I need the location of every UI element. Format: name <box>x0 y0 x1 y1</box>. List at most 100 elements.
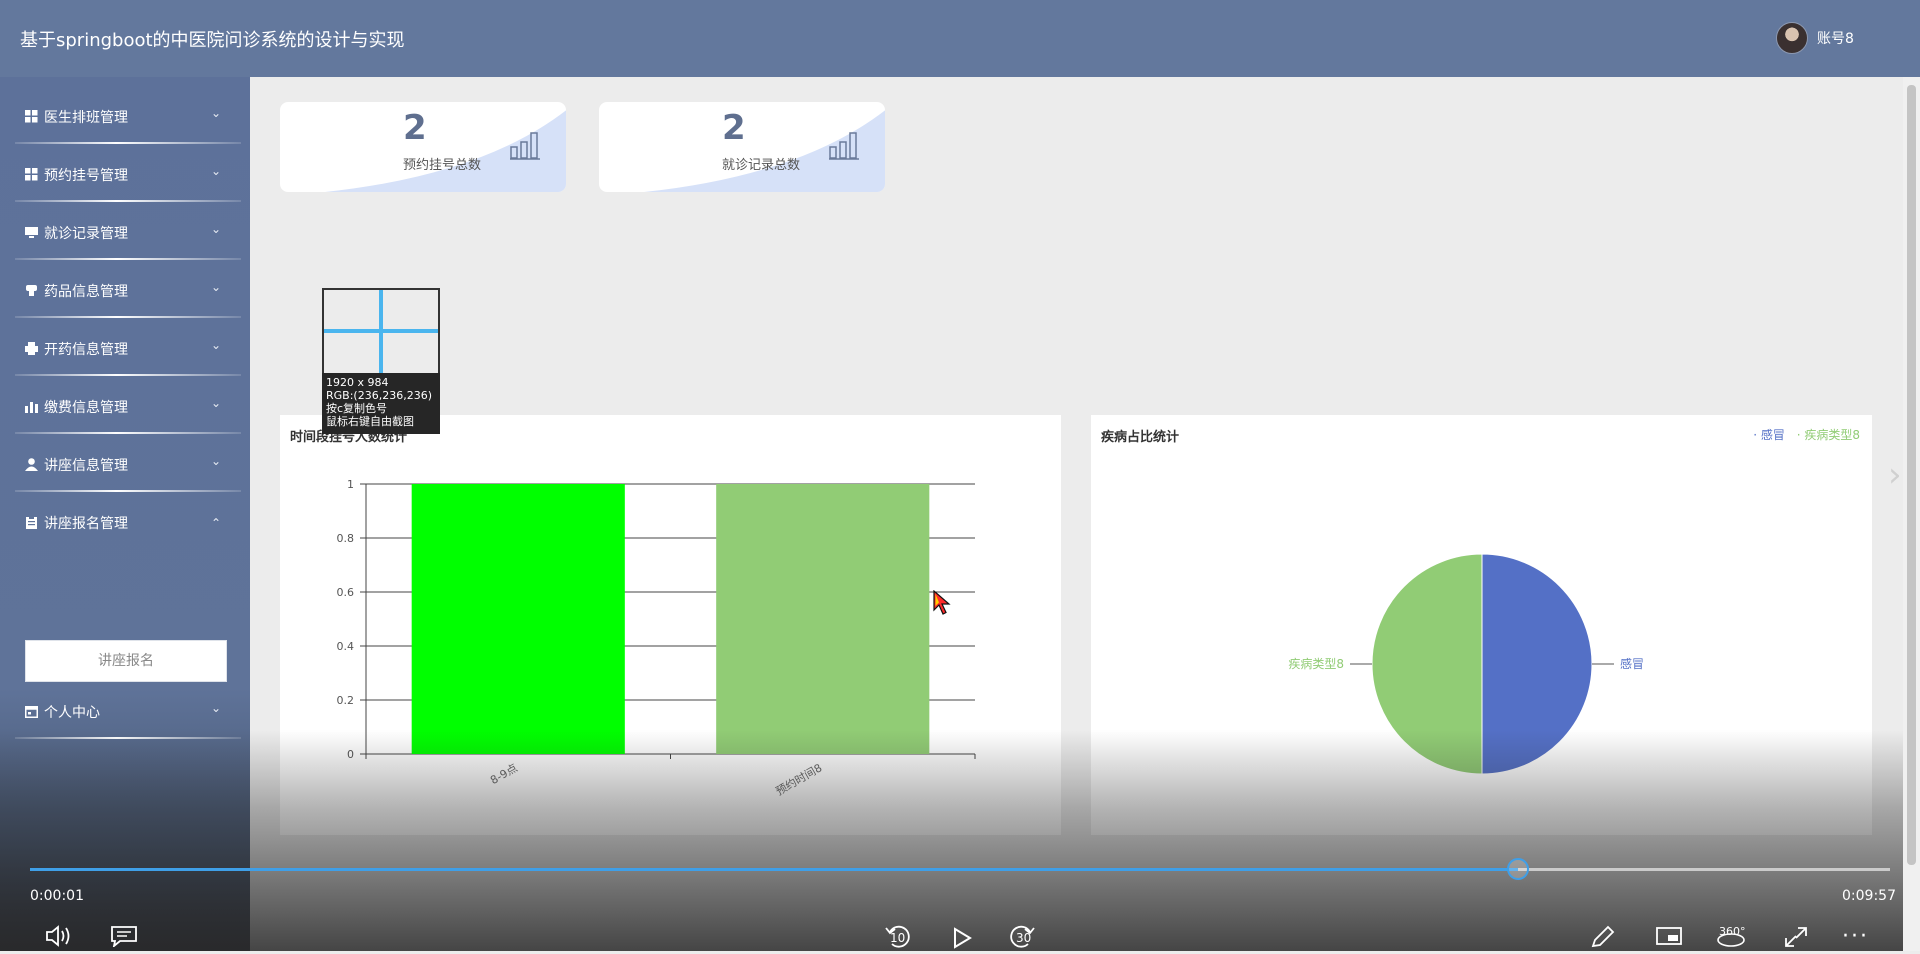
rewind-seconds: 10 <box>890 931 906 945</box>
divider <box>15 432 241 434</box>
y-tick-label: 0.8 <box>337 532 355 545</box>
sidebar-item-personal-center[interactable]: 个人中心 ⌄ <box>15 683 241 739</box>
sidebar-item-label: 开药信息管理 <box>44 342 128 358</box>
chevron-right-icon[interactable]: › <box>1888 455 1902 495</box>
duration: 0:09:57 <box>1842 888 1896 904</box>
avatar[interactable] <box>1776 22 1808 54</box>
account-name[interactable]: 账号8 <box>1817 28 1854 48</box>
magnifier <box>322 288 440 375</box>
divider <box>15 490 241 492</box>
y-tick-label: 0 <box>347 748 354 761</box>
progress-handle[interactable] <box>1507 858 1529 880</box>
divider <box>15 142 241 144</box>
play-icon[interactable] <box>952 927 972 949</box>
slice-label: 感冒 <box>1620 656 1644 671</box>
chevron-down-icon: ⌄ <box>210 280 221 294</box>
sidebar-item-lecture-signup[interactable]: 讲座报名管理 ⌃ <box>25 494 231 550</box>
pie-chart-panel: 疾病占比统计 · 感冒 · 疾病类型8 感冒 疾病类型8 <box>1091 415 1872 835</box>
info-capture-hint: 鼠标右键自由截图 <box>326 415 414 428</box>
fullscreen-icon[interactable] <box>1783 925 1809 949</box>
stat-value: 2 <box>403 108 427 148</box>
sidebar-item-medicine[interactable]: 药品信息管理 ⌄ <box>15 262 241 318</box>
monitor-icon <box>25 227 38 238</box>
sidebar-item-payment[interactable]: 缴费信息管理 ⌄ <box>15 378 241 434</box>
subtitles-icon[interactable] <box>110 925 138 947</box>
printer-icon <box>25 342 38 355</box>
sidebar-item-label: 预约挂号管理 <box>44 168 128 184</box>
sidebar-item-prescription[interactable]: 开药信息管理 ⌄ <box>15 320 241 376</box>
sidebar-item-label: 讲座信息管理 <box>44 458 128 474</box>
bar <box>716 484 930 754</box>
chevron-down-icon: ⌄ <box>210 164 221 178</box>
x-tick-label: 8-9点 <box>488 761 520 787</box>
chevron-down-icon: ⌄ <box>210 106 221 120</box>
sidebar: 医生排班管理 ⌄ 预约挂号管理 ⌄ 就诊记录管理 ⌄ 药品信息管理 ⌄ 开药信息… <box>0 77 250 951</box>
bar <box>411 484 625 754</box>
forward-button[interactable]: 30 <box>1008 922 1036 954</box>
volume-icon[interactable] <box>46 925 74 947</box>
bar-chart-icon <box>829 132 859 160</box>
current-time: 0:00:01 <box>30 888 84 904</box>
sidebar-item-label: 医生排班管理 <box>44 110 128 126</box>
chevron-down-icon: ⌄ <box>210 222 221 236</box>
grid-icon <box>25 110 38 123</box>
sidebar-item-label: 就诊记录管理 <box>44 226 128 242</box>
top-header: 基于springboot的中医院问诊系统的设计与实现 账号8 <box>0 0 1920 77</box>
chevron-down-icon: ⌄ <box>210 701 221 715</box>
y-tick-label: 0.2 <box>337 694 355 707</box>
y-tick-label: 0.6 <box>337 586 355 599</box>
pie-slice <box>1371 553 1483 775</box>
video-progress-bar[interactable] <box>30 858 1890 880</box>
scrollbar-thumb[interactable] <box>1907 85 1916 865</box>
bar-chart: 0 0.2 0.4 0.6 0.8 1 8-9点 预约时间8 <box>337 478 976 798</box>
sidebar-item-label: 药品信息管理 <box>44 284 128 300</box>
user-icon <box>25 458 38 471</box>
bar-chart-panel: 时间段挂号人数统计 0 0.2 0.4 0.6 0.8 1 8-9点 预约时间8 <box>280 415 1061 835</box>
grid-icon <box>25 168 38 181</box>
chart-icon <box>25 402 38 413</box>
chevron-up-icon: ⌃ <box>210 516 221 530</box>
slice-label: 疾病类型8 <box>1288 656 1344 671</box>
pie-chart: 感冒 疾病类型8 <box>1288 553 1644 775</box>
calendar-icon <box>25 706 38 718</box>
progress-fill <box>30 868 1518 871</box>
chevron-down-icon: ⌄ <box>210 396 221 410</box>
sidebar-item-label: 个人中心 <box>44 705 100 721</box>
pen-icon[interactable] <box>1590 925 1616 949</box>
pie-slice <box>1481 553 1593 775</box>
pill-icon <box>26 285 37 296</box>
chevron-down-icon: ⌄ <box>210 454 221 468</box>
vertical-scrollbar[interactable] <box>1903 77 1920 951</box>
clipboard-icon <box>26 516 37 529</box>
sidebar-item-doctor-schedule[interactable]: 医生排班管理 ⌄ <box>15 88 241 144</box>
info-size: 1920 x 984 <box>326 376 389 389</box>
mouse-cursor-icon <box>933 590 951 615</box>
divider <box>15 737 241 739</box>
screenshot-tool-overlay: 1920 x 984 RGB:(236,236,236) 按c复制色号 鼠标右键… <box>322 288 440 434</box>
sidebar-item-label: 讲座报名管理 <box>44 516 128 532</box>
360-view-button[interactable]: 360° <box>1716 924 1746 954</box>
sidebar-item-appointment[interactable]: 预约挂号管理 ⌄ <box>15 146 241 202</box>
divider <box>15 258 241 260</box>
chevron-down-icon: ⌄ <box>210 338 221 352</box>
info-copy-hint: 按c复制色号 <box>326 402 388 415</box>
bar-chart-icon <box>510 132 540 160</box>
stat-value: 2 <box>722 108 746 148</box>
stat-label: 预约挂号总数 <box>403 158 482 173</box>
forward-seconds: 30 <box>1016 931 1032 945</box>
x-tick-label: 预约时间8 <box>774 761 825 798</box>
rewind-button[interactable]: 10 <box>884 922 912 954</box>
info-rgb: RGB:(236,236,236) <box>326 389 432 402</box>
sidebar-item-lecture[interactable]: 讲座信息管理 ⌄ <box>15 436 241 492</box>
stat-card-appointments: 2 预约挂号总数 <box>280 102 566 192</box>
stat-label: 就诊记录总数 <box>722 158 801 173</box>
stat-card-visits: 2 就诊记录总数 <box>599 102 885 192</box>
picture-in-picture-icon[interactable] <box>1655 925 1683 947</box>
more-options-icon[interactable]: ··· <box>1842 924 1869 949</box>
sidebar-item-visit-records[interactable]: 就诊记录管理 ⌄ <box>15 204 241 260</box>
screenshot-info: 1920 x 984 RGB:(236,236,236) 按c复制色号 鼠标右键… <box>322 373 440 434</box>
divider <box>15 316 241 318</box>
divider <box>15 374 241 376</box>
sidebar-subitem-lecture-signup[interactable]: 讲座报名 <box>25 640 227 682</box>
y-tick-label: 1 <box>347 478 354 491</box>
